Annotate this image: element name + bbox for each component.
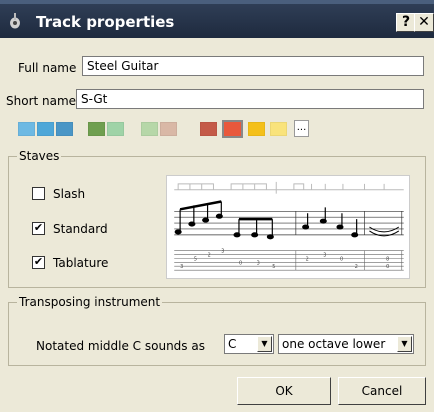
dialog-title: Track properties bbox=[36, 13, 175, 31]
svg-text:2: 2 bbox=[306, 256, 309, 262]
close-button[interactable]: ✕ bbox=[414, 13, 434, 32]
svg-text:3: 3 bbox=[180, 264, 183, 270]
standard-checkbox[interactable]: ✔ bbox=[32, 222, 45, 235]
octave-select-value: one octave lower bbox=[282, 337, 386, 351]
svg-text:5: 5 bbox=[272, 264, 275, 270]
svg-text:2: 2 bbox=[208, 252, 211, 258]
slash-label: Slash bbox=[53, 187, 86, 201]
color-swatch[interactable] bbox=[107, 122, 124, 136]
staves-group-title: Staves bbox=[17, 149, 62, 163]
color-swatch[interactable] bbox=[248, 122, 265, 136]
color-swatch[interactable] bbox=[200, 122, 217, 136]
svg-text:8: 8 bbox=[386, 256, 389, 262]
color-swatch[interactable] bbox=[222, 120, 243, 138]
color-swatch[interactable] bbox=[141, 122, 158, 136]
short-name-input[interactable]: S-Gt bbox=[76, 89, 424, 109]
title-bar[interactable]: Track properties ? ✕ bbox=[0, 4, 434, 38]
middle-c-label: Notated middle C sounds as bbox=[36, 339, 205, 353]
full-name-label: Full name bbox=[18, 61, 77, 75]
color-swatch[interactable] bbox=[56, 122, 73, 136]
color-swatch[interactable] bbox=[37, 122, 54, 136]
track-properties-dialog: Track properties ? ✕ Full name Steel Gui… bbox=[0, 0, 434, 412]
svg-text:3: 3 bbox=[257, 260, 260, 266]
svg-text:2: 2 bbox=[355, 264, 358, 270]
chevron-down-icon[interactable]: ▼ bbox=[257, 336, 272, 352]
note-select[interactable]: C ▼ bbox=[224, 334, 274, 354]
svg-text:3: 3 bbox=[221, 249, 224, 255]
svg-text:0: 0 bbox=[340, 256, 343, 262]
staff-preview-image: 3 5 2 3 0 3 5 2 3 0 2 8 0 bbox=[166, 175, 410, 279]
svg-text:0: 0 bbox=[239, 260, 242, 266]
ok-button[interactable]: OK bbox=[237, 377, 331, 405]
help-button[interactable]: ? bbox=[396, 13, 416, 32]
svg-text:5: 5 bbox=[194, 256, 197, 262]
short-name-label: Short name bbox=[6, 94, 77, 108]
transposing-group-title: Transposing instrument bbox=[17, 295, 163, 309]
color-swatch[interactable] bbox=[18, 122, 35, 136]
chevron-down-icon[interactable]: ▼ bbox=[397, 336, 412, 352]
svg-text:0: 0 bbox=[386, 264, 389, 270]
note-select-value: C bbox=[228, 337, 237, 351]
full-name-input[interactable]: Steel Guitar bbox=[82, 56, 424, 76]
guitar-icon bbox=[10, 13, 20, 29]
more-colors-button[interactable]: ... bbox=[294, 120, 309, 137]
color-swatch[interactable] bbox=[88, 122, 105, 136]
tablature-label: Tablature bbox=[53, 256, 109, 270]
slash-checkbox[interactable] bbox=[32, 187, 45, 200]
color-swatch[interactable] bbox=[270, 122, 287, 136]
octave-select[interactable]: one octave lower ▼ bbox=[278, 334, 414, 354]
tablature-checkbox[interactable]: ✔ bbox=[32, 256, 45, 269]
color-swatch[interactable] bbox=[160, 122, 177, 136]
svg-text:3: 3 bbox=[323, 252, 326, 258]
standard-label: Standard bbox=[53, 222, 108, 236]
cancel-button[interactable]: Cancel bbox=[338, 377, 426, 405]
